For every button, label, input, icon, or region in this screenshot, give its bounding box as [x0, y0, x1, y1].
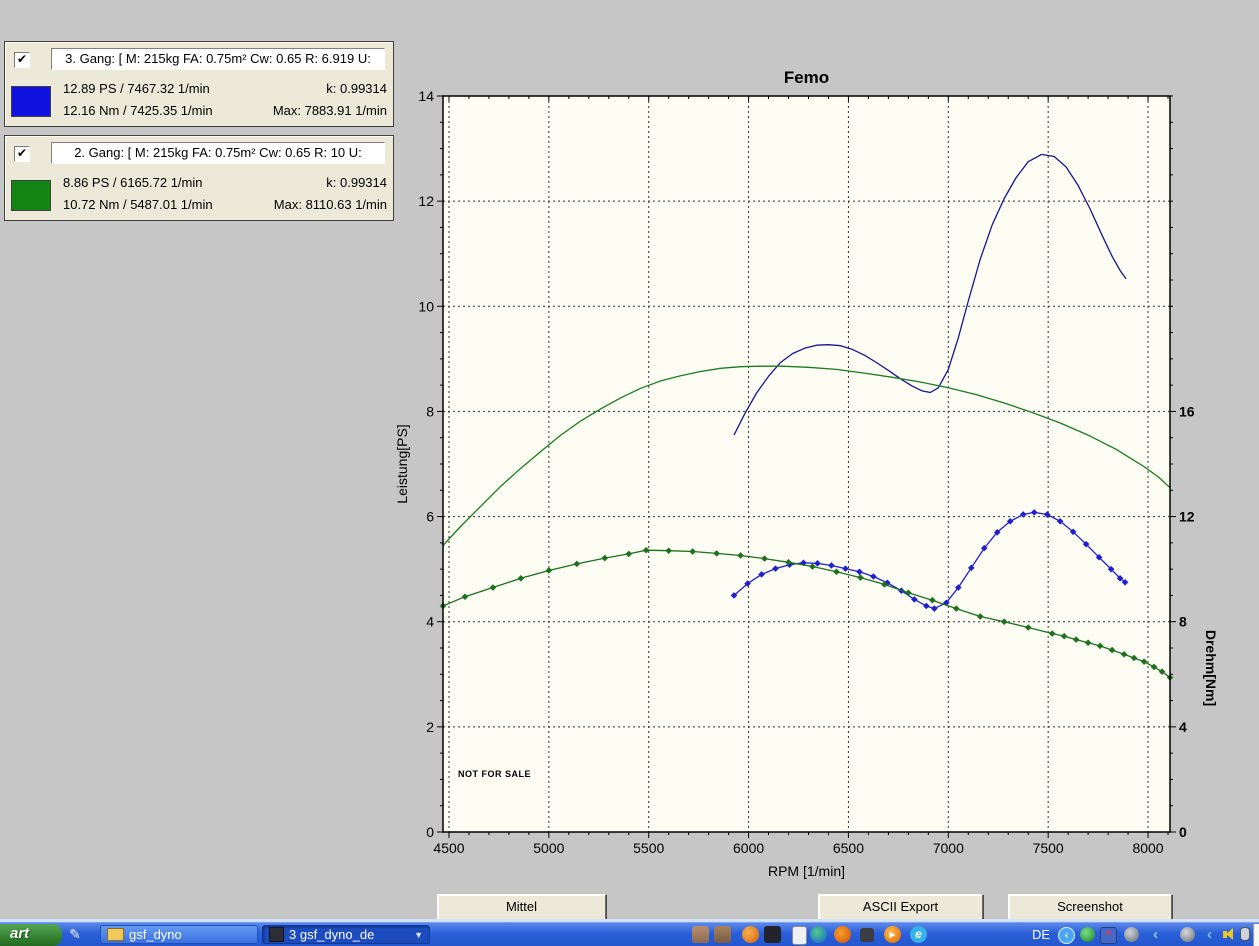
chevron-down-icon[interactable]: ▼ [414, 930, 423, 940]
svg-text:0: 0 [426, 824, 434, 840]
gang2-max-rpm: Max: 8110.63 1/min [274, 197, 387, 212]
svg-text:4500: 4500 [433, 840, 464, 856]
svg-text:14: 14 [418, 88, 434, 104]
media-player-icon[interactable]: ▶ [884, 926, 901, 943]
gang2-k-value: k: 0.99314 [326, 175, 387, 190]
dark-app-icon[interactable] [764, 926, 781, 943]
gang3-max-rpm: Max: 7883.91 1/min [273, 103, 387, 118]
ascii-export-button[interactable]: ASCII Export [818, 894, 983, 921]
gang3-visible-checkbox[interactable] [14, 52, 30, 68]
green-status-icon[interactable] [1080, 927, 1095, 942]
svg-text:0: 0 [1179, 824, 1187, 840]
clock-area [1253, 924, 1259, 946]
gang2-visible-checkbox[interactable] [14, 146, 30, 162]
svg-text:7500: 7500 [1033, 840, 1064, 856]
language-indicator[interactable]: DE [1032, 927, 1050, 942]
svg-text:8000: 8000 [1132, 840, 1163, 856]
gang3-color-swatch[interactable] [11, 86, 51, 117]
svg-text:6: 6 [426, 509, 434, 525]
gang2-power-peak: 8.86 PS / 6165.72 1/min [63, 175, 202, 190]
quick-launch-pen-icon[interactable]: ✎ [66, 926, 84, 943]
svg-text:7000: 7000 [933, 840, 964, 856]
document-icon[interactable] [792, 926, 807, 945]
chart-canvas: 4500 5000 5500 6000 6500 7000 7500 8000 0 2 4 6 8 10 1… [380, 55, 1259, 890]
svg-text:16: 16 [1179, 403, 1195, 419]
gang3-k-value: k: 0.99314 [326, 81, 387, 96]
hide-icons-chevron-icon[interactable]: ‹ [1058, 927, 1075, 944]
gang3-torque-peak: 12.16 Nm / 7425.35 1/min [63, 103, 213, 118]
app-icon [269, 927, 284, 942]
gang3-parameter-field[interactable]: 3. Gang: [ M: 215kg FA: 0.75m² Cw: 0.65 … [51, 48, 385, 70]
blue-crescent-icon-2[interactable]: ‹ [1202, 927, 1217, 942]
mittel-button[interactable]: Mittel [437, 894, 606, 921]
microphone-icon[interactable] [1240, 927, 1250, 941]
firefox-small-icon[interactable] [742, 926, 759, 943]
internet-explorer-icon[interactable]: e [910, 926, 927, 943]
gang2-parameter-field[interactable]: 2. Gang: [ M: 215kg FA: 0.75m² Cw: 0.65 … [51, 142, 385, 164]
start-button[interactable]: art [0, 924, 62, 946]
svg-text:5500: 5500 [633, 840, 664, 856]
svg-text:Leistung[PS]: Leistung[PS] [394, 424, 410, 503]
gray-device-icon[interactable] [1124, 927, 1139, 942]
globe-icon[interactable] [810, 926, 827, 943]
gray-device-icon-2[interactable] [1180, 927, 1195, 942]
dyno-chart: 4500 5000 5500 6000 6500 7000 7500 8000 0 2 4 6 8 10 1… [380, 55, 1259, 890]
legend-panel-gang-3: 3. Gang: [ M: 215kg FA: 0.75m² Cw: 0.65 … [4, 41, 394, 127]
blue-crescent-icon[interactable]: ‹ [1148, 927, 1163, 942]
svg-text:8: 8 [1179, 614, 1187, 630]
svg-text:12: 12 [1179, 509, 1195, 525]
svg-text:12: 12 [418, 193, 434, 209]
svg-text:Femo: Femo [784, 68, 829, 87]
network-offline-icon[interactable] [1100, 927, 1117, 944]
folder-icon [107, 928, 124, 941]
svg-text:4: 4 [426, 614, 434, 630]
svg-text:5000: 5000 [533, 840, 564, 856]
svg-text:6500: 6500 [833, 840, 864, 856]
photo-thumbnail-2-icon[interactable] [714, 926, 731, 943]
svg-text:2: 2 [426, 719, 434, 735]
screenshot-button[interactable]: Screenshot [1008, 894, 1172, 921]
svg-text:NOT FOR SALE: NOT FOR SALE [458, 769, 531, 779]
taskbar-button-gsf-dyno-de-group[interactable]: 3 gsf_dyno_de ▼ [262, 925, 430, 944]
camera-small-icon[interactable] [860, 928, 874, 942]
svg-text:RPM [1/min]: RPM [1/min] [768, 863, 845, 879]
svg-text:4: 4 [1179, 719, 1187, 735]
taskbar: art ✎ gsf_dyno 3 gsf_dyno_de ▼ ▶ e DE ‹ … [0, 922, 1259, 946]
volume-icon[interactable] [1222, 927, 1237, 942]
svg-text:8: 8 [426, 403, 434, 419]
firefox-icon[interactable] [834, 926, 851, 943]
legend-panel-gang-2: 2. Gang: [ M: 215kg FA: 0.75m² Cw: 0.65 … [4, 135, 394, 221]
gang2-torque-peak: 10.72 Nm / 5487.01 1/min [63, 197, 213, 212]
taskbar-button-gsf-dyno[interactable]: gsf_dyno [100, 925, 258, 944]
photo-thumbnail-1-icon[interactable] [692, 926, 709, 943]
svg-text:6000: 6000 [733, 840, 764, 856]
gang3-power-peak: 12.89 PS / 7467.32 1/min [63, 81, 210, 96]
svg-text:10: 10 [418, 298, 434, 314]
gang2-color-swatch[interactable] [11, 180, 51, 211]
svg-text:Drehm[Nm]: Drehm[Nm] [1203, 630, 1219, 706]
